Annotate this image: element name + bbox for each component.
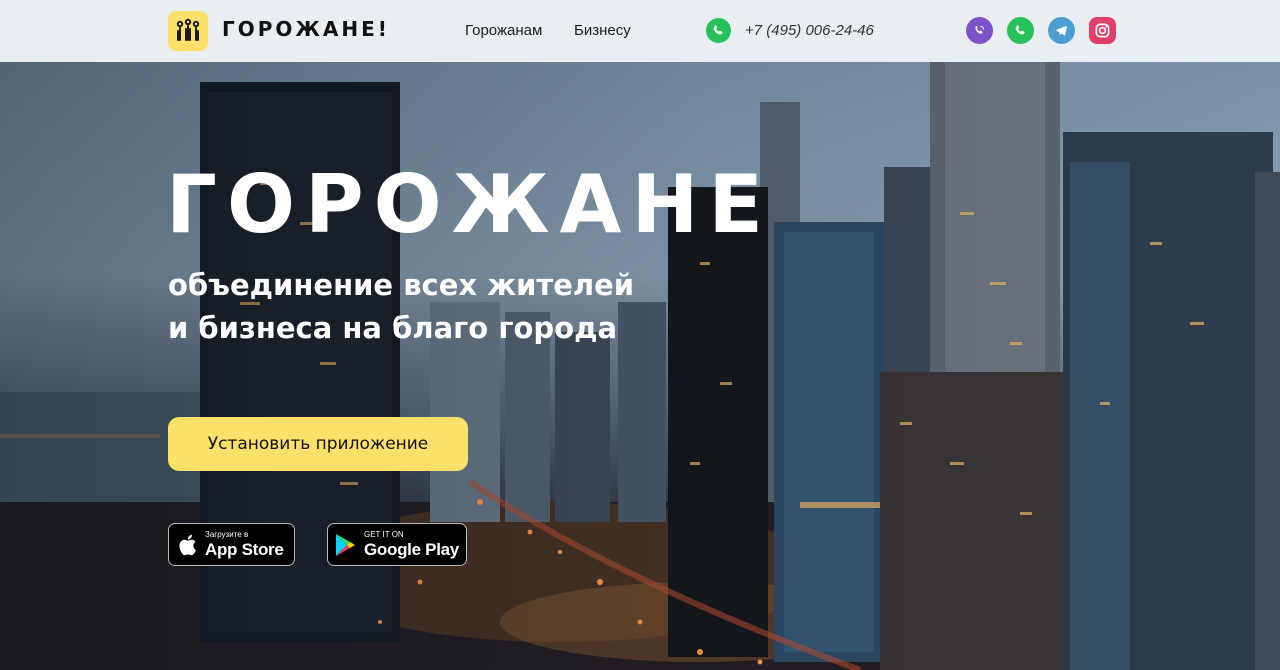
app-store-label: App Store: [205, 540, 284, 559]
google-play-label: Google Play: [364, 540, 459, 559]
whatsapp-social-icon[interactable]: [1007, 17, 1034, 44]
instagram-icon[interactable]: [1089, 17, 1116, 44]
telegram-icon[interactable]: [1048, 17, 1075, 44]
nav-link-citizens[interactable]: Горожанам: [465, 22, 542, 39]
app-store-caption: Загрузите в: [205, 530, 249, 539]
hero-subtitle-line-2: и бизнеса на благо города: [168, 311, 618, 345]
hero-subtitle: объединение всех жителей и бизнеса на бл…: [168, 264, 634, 350]
logo-icon[interactable]: [168, 11, 208, 51]
hero-overlay: [0, 62, 1280, 670]
hero-section: ГОРОЖАНЕ объединение всех жителей и бизн…: [0, 62, 1280, 670]
google-play-badge[interactable]: GET IT ON Google Play: [327, 523, 467, 566]
whatsapp-icon[interactable]: [706, 18, 731, 43]
app-store-badge[interactable]: Загрузите в App Store: [168, 523, 295, 566]
apple-icon: [169, 533, 205, 557]
hero-title: ГОРОЖАНЕ: [166, 158, 774, 251]
hero-subtitle-line-1: объединение всех жителей: [168, 268, 635, 302]
google-play-caption: GET IT ON: [364, 530, 404, 539]
viber-icon[interactable]: [966, 17, 993, 44]
nav-link-business[interactable]: Бизнесу: [574, 22, 631, 39]
install-app-button[interactable]: Установить приложение: [168, 417, 468, 471]
site-header: ГОРОЖАНЕ! Горожанам Бизнесу +7 (495) 006…: [0, 0, 1280, 62]
google-play-icon: [328, 533, 364, 557]
phone-number[interactable]: +7 (495) 006-24-46: [745, 22, 874, 39]
logo-text[interactable]: ГОРОЖАНЕ!: [222, 17, 390, 41]
